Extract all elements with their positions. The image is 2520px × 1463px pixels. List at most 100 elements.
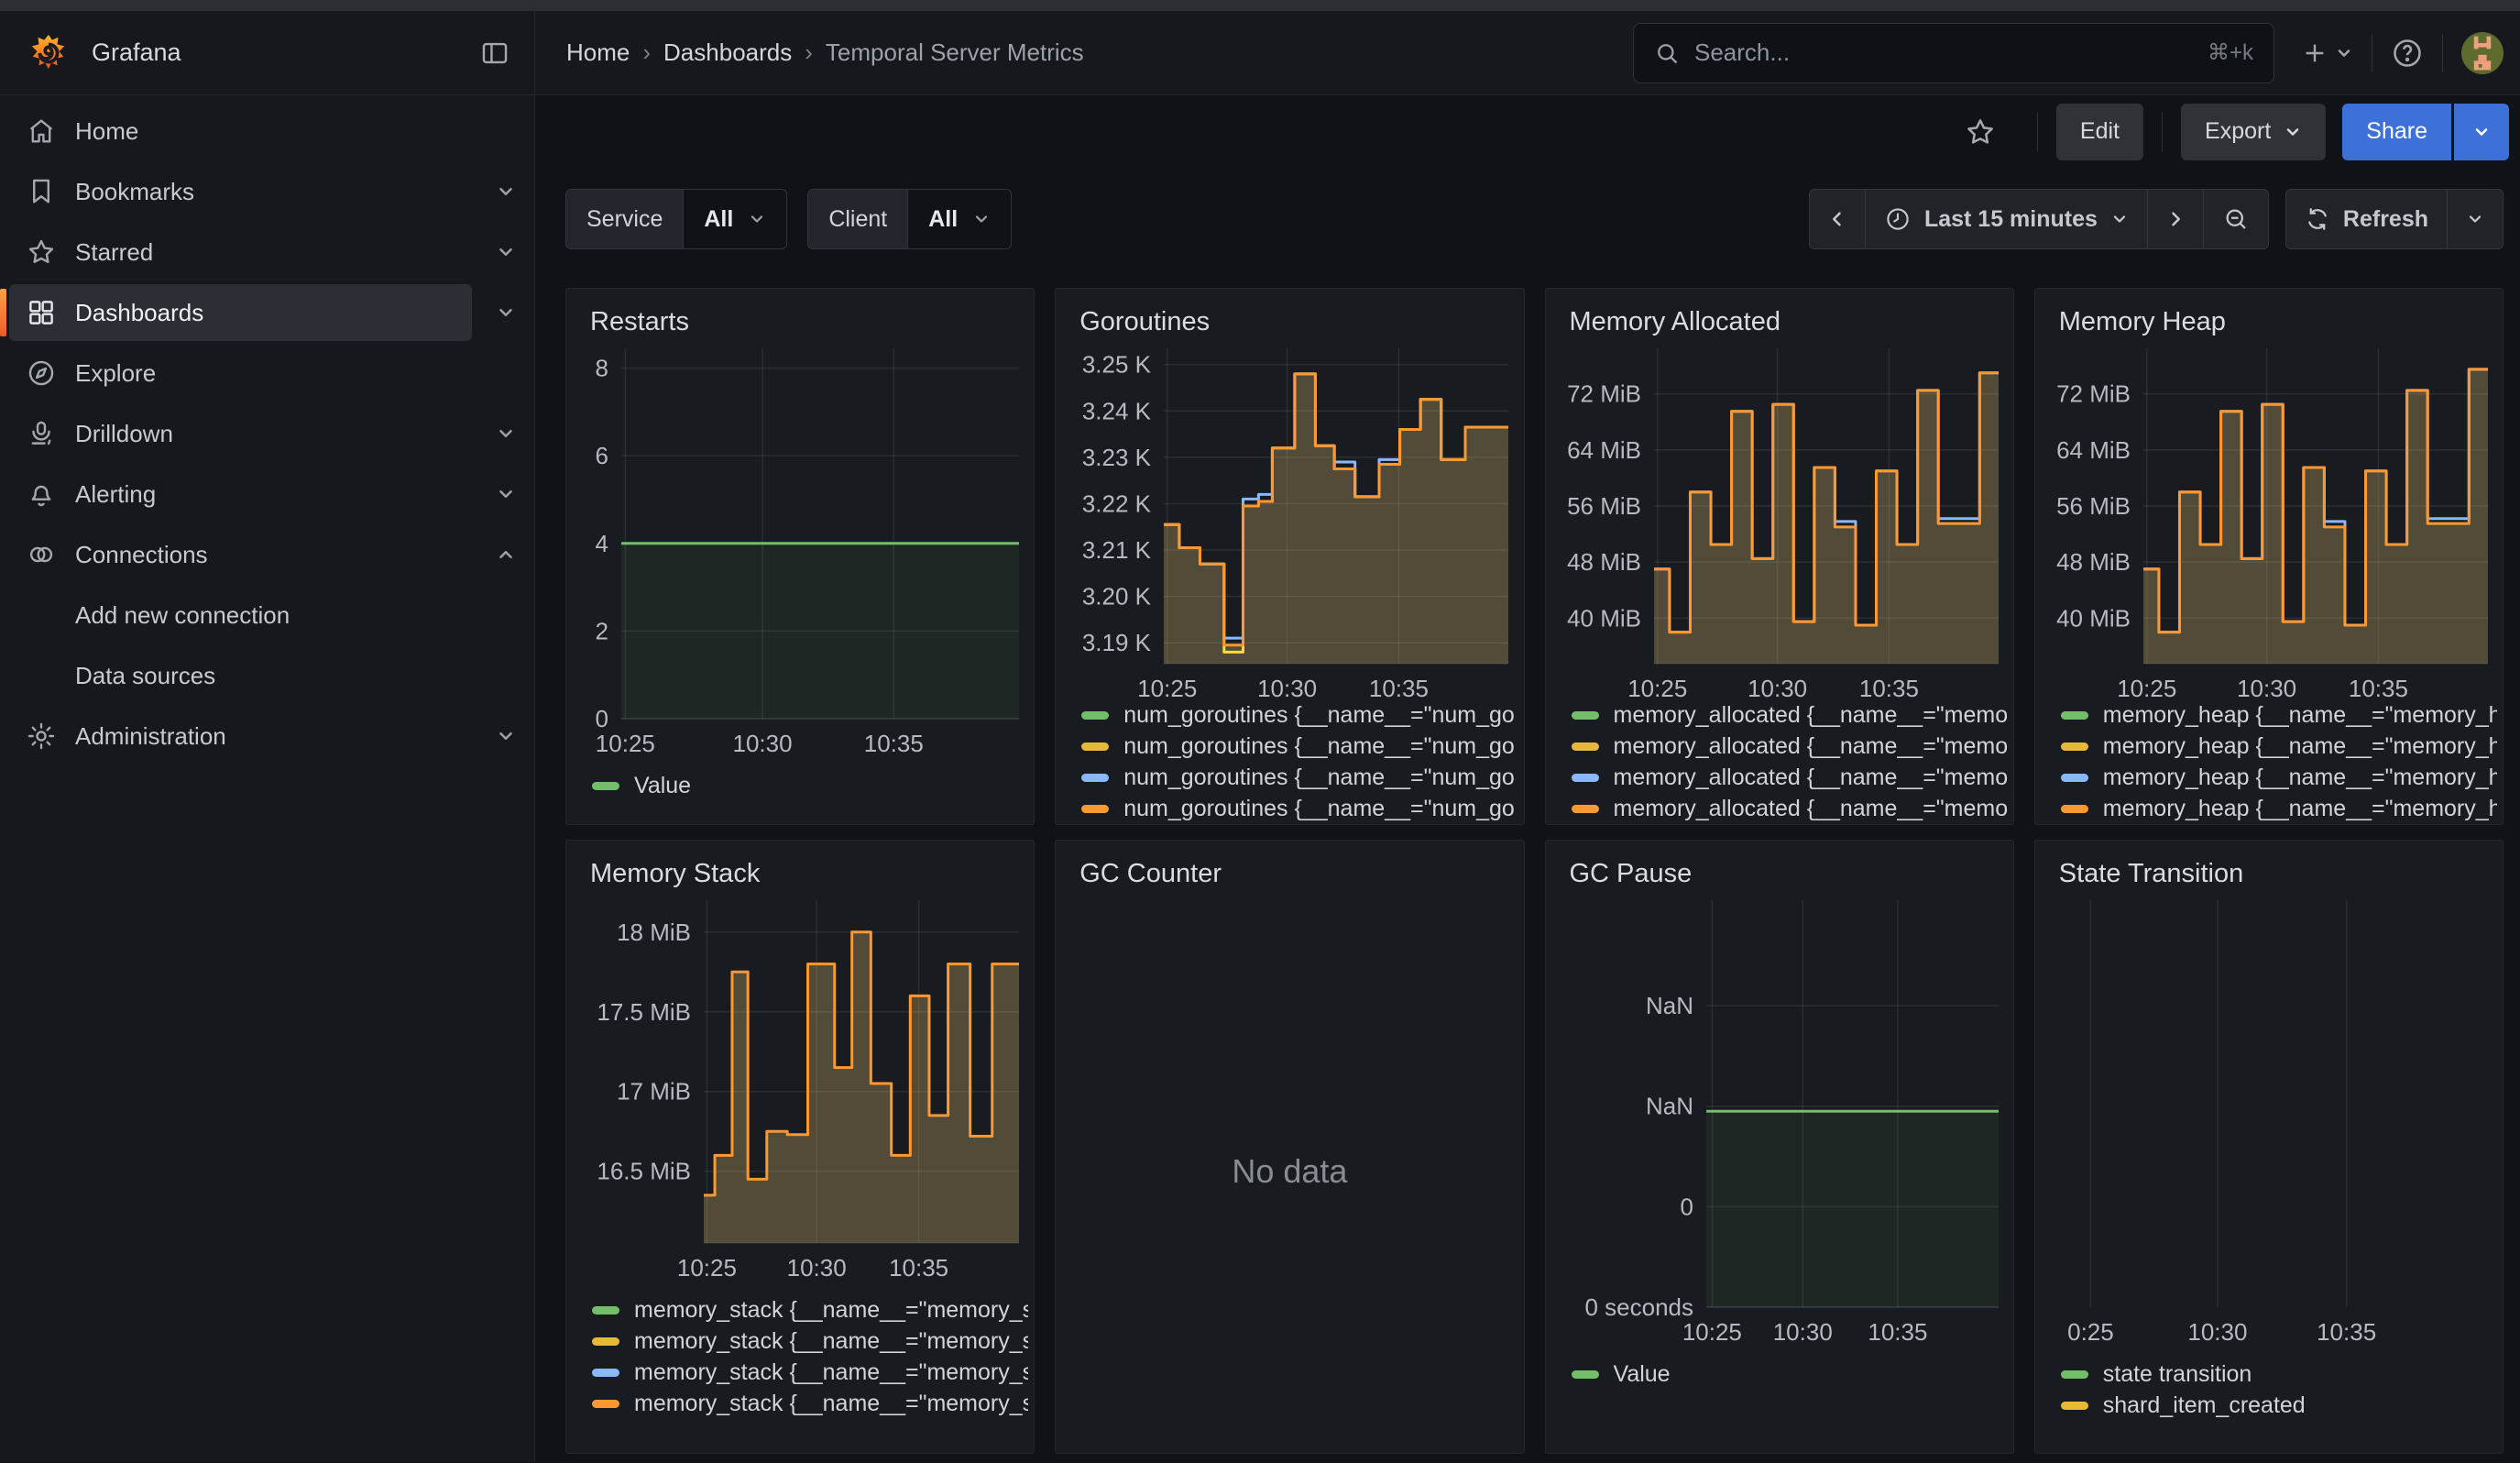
- chevron-down-icon[interactable]: [477, 182, 534, 202]
- legend-item[interactable]: Value: [592, 770, 1028, 801]
- legend-label: num_goroutines {__name__="num_go: [1123, 764, 1515, 791]
- sidebar-item-alerting[interactable]: Alerting: [0, 464, 534, 524]
- sidebar-item-data-sources[interactable]: Data sources: [0, 645, 534, 706]
- legend-item[interactable]: memory_allocated {__name__="memo: [1572, 793, 2008, 824]
- legend-swatch: [592, 1400, 619, 1408]
- legend-label: memory_allocated {__name__="memo: [1614, 733, 2008, 760]
- search-input[interactable]: Search... ⌘+k: [1633, 23, 2274, 83]
- edit-button[interactable]: Edit: [2056, 104, 2143, 160]
- legend-swatch: [1572, 742, 1599, 751]
- variable-label: Client: [808, 190, 908, 248]
- memory-stack-chart[interactable]: 18 MiB17.5 MiB17 MiB16.5 MiB10:2510:3010…: [566, 889, 1034, 1285]
- time-range-picker[interactable]: Last 15 minutes: [1866, 190, 2148, 248]
- memory-allocated-chart[interactable]: 72 MiB64 MiB56 MiB48 MiB40 MiB10:2510:30…: [1546, 337, 2013, 690]
- chevron-right-icon: [2166, 210, 2185, 228]
- chevron-down-icon[interactable]: [477, 302, 534, 323]
- variable-client-select[interactable]: All: [908, 190, 1011, 248]
- memory-heap-chart[interactable]: 72 MiB64 MiB56 MiB48 MiB40 MiB10:2510:30…: [2035, 337, 2503, 690]
- panel-legend: state transitionshard_item_created: [2035, 1349, 2503, 1421]
- sidebar-toggle-icon[interactable]: [479, 38, 510, 69]
- legend-item[interactable]: memory_heap {__name__="memory_h: [2061, 793, 2497, 824]
- svg-text:18 MiB: 18 MiB: [617, 918, 691, 946]
- sidebar-item-explore[interactable]: Explore: [0, 343, 534, 403]
- chevron-down-icon[interactable]: [477, 424, 534, 444]
- refresh-button[interactable]: Refresh: [2286, 190, 2448, 248]
- legend-label: memory_stack {__name__="memory_s: [634, 1359, 1028, 1386]
- legend-label: Value: [634, 773, 691, 799]
- sidebar-item-starred[interactable]: Starred: [0, 222, 534, 282]
- legend-item[interactable]: memory_heap {__name__="memory_h: [2061, 731, 2497, 762]
- sidebar-item-administration[interactable]: Administration: [0, 706, 534, 766]
- gear-icon: [26, 720, 57, 752]
- chevron-left-icon: [1828, 210, 1846, 228]
- svg-text:10:25: 10:25: [1627, 675, 1687, 702]
- sidebar-item-bookmarks[interactable]: Bookmarks: [0, 161, 534, 222]
- svg-text:3.24 K: 3.24 K: [1082, 397, 1152, 424]
- legend-item[interactable]: shard_item_created: [2061, 1390, 2497, 1421]
- legend-item[interactable]: memory_stack {__name__="memory_s: [592, 1388, 1028, 1419]
- help-icon[interactable]: [2391, 37, 2424, 70]
- legend-item[interactable]: memory_allocated {__name__="memo: [1572, 762, 2008, 793]
- legend-item[interactable]: memory_heap {__name__="memory_h: [2061, 762, 2497, 793]
- sidebar-item-add-new-connection[interactable]: Add new connection: [0, 585, 534, 645]
- panel-legend: memory_allocated {__name__="memomemory_a…: [1546, 690, 2013, 824]
- svg-text:8: 8: [596, 355, 608, 382]
- sidebar-item-home[interactable]: Home: [0, 101, 534, 161]
- legend-swatch: [1572, 774, 1599, 782]
- panel-grid: Restarts 8642010:2510:3010:35 Value Goro…: [535, 288, 2520, 1454]
- state-transition-chart[interactable]: 0:2510:3010:35: [2035, 889, 2503, 1349]
- legend-item[interactable]: memory_stack {__name__="memory_s: [592, 1326, 1028, 1357]
- zoom-out-button[interactable]: [2204, 190, 2268, 248]
- dashboard-toolbar: Edit Export Share: [535, 95, 2520, 168]
- chevron-down-icon[interactable]: [477, 726, 534, 746]
- share-button[interactable]: Share: [2342, 104, 2451, 160]
- variable-service-select[interactable]: All: [684, 190, 786, 248]
- sidebar-item-drilldown[interactable]: Drilldown: [0, 403, 534, 464]
- bell-icon: [26, 478, 57, 510]
- legend-swatch: [1572, 711, 1599, 720]
- sidebar-item-dashboards[interactable]: Dashboards: [0, 282, 534, 343]
- legend-item[interactable]: num_goroutines {__name__="num_go: [1081, 793, 1517, 824]
- favorite-star-icon[interactable]: [1942, 116, 2019, 148]
- legend-swatch: [1081, 711, 1109, 720]
- chevron-up-icon[interactable]: [477, 544, 534, 565]
- legend-item[interactable]: memory_stack {__name__="memory_s: [592, 1357, 1028, 1388]
- breadcrumb-home[interactable]: Home: [566, 38, 630, 67]
- variable-value: All: [928, 206, 958, 233]
- legend-swatch: [1081, 742, 1109, 751]
- chevron-down-icon: [972, 210, 991, 228]
- legend-item[interactable]: num_goroutines {__name__="num_go: [1081, 731, 1517, 762]
- legend-label: shard_item_created: [2103, 1392, 2306, 1419]
- goroutines-chart[interactable]: 3.25 K3.24 K3.23 K3.22 K3.21 K3.20 K3.19…: [1056, 337, 1523, 690]
- no-data-message: No data: [1056, 889, 1523, 1453]
- refresh-interval-chevron-icon[interactable]: [2448, 190, 2503, 248]
- legend-item[interactable]: num_goroutines {__name__="num_go: [1081, 762, 1517, 793]
- time-shift-back-button[interactable]: [1810, 190, 1866, 248]
- svg-text:17 MiB: 17 MiB: [617, 1078, 691, 1106]
- restarts-chart[interactable]: 8642010:2510:3010:35: [566, 337, 1034, 761]
- gc-pause-chart[interactable]: NaNNaN00 seconds10:2510:3010:35: [1546, 889, 2013, 1349]
- breadcrumb-dashboards[interactable]: Dashboards: [663, 38, 792, 67]
- chevron-down-icon[interactable]: [477, 484, 534, 504]
- legend-item[interactable]: state transition: [2061, 1358, 2497, 1390]
- time-shift-forward-button[interactable]: [2148, 190, 2204, 248]
- panel-legend: memory_heap {__name__="memory_hmemory_he…: [2035, 690, 2503, 824]
- panel-title: GC Counter: [1056, 841, 1523, 889]
- legend-item[interactable]: memory_allocated {__name__="memo: [1572, 731, 2008, 762]
- share-menu-chevron-icon[interactable]: [2454, 104, 2509, 160]
- add-button[interactable]: [2300, 38, 2329, 68]
- sidebar-item-connections[interactable]: Connections: [0, 524, 534, 585]
- legend-item[interactable]: Value: [1572, 1358, 2008, 1390]
- svg-text:3.21 K: 3.21 K: [1082, 536, 1152, 564]
- chevron-down-icon: [2110, 210, 2129, 228]
- nav-brand-area: Grafana: [0, 11, 535, 94]
- legend-swatch: [2061, 1402, 2088, 1410]
- chevron-down-icon[interactable]: [2335, 44, 2353, 62]
- export-button[interactable]: Export: [2181, 104, 2326, 160]
- avatar[interactable]: [2461, 32, 2504, 74]
- chevron-down-icon[interactable]: [477, 242, 534, 262]
- legend-item[interactable]: memory_stack {__name__="memory_s: [592, 1294, 1028, 1326]
- legend-swatch: [592, 782, 619, 790]
- sidebar-item-label: Administration: [75, 722, 226, 751]
- panel-memory-allocated: Memory Allocated 72 MiB64 MiB56 MiB48 Mi…: [1545, 288, 2014, 825]
